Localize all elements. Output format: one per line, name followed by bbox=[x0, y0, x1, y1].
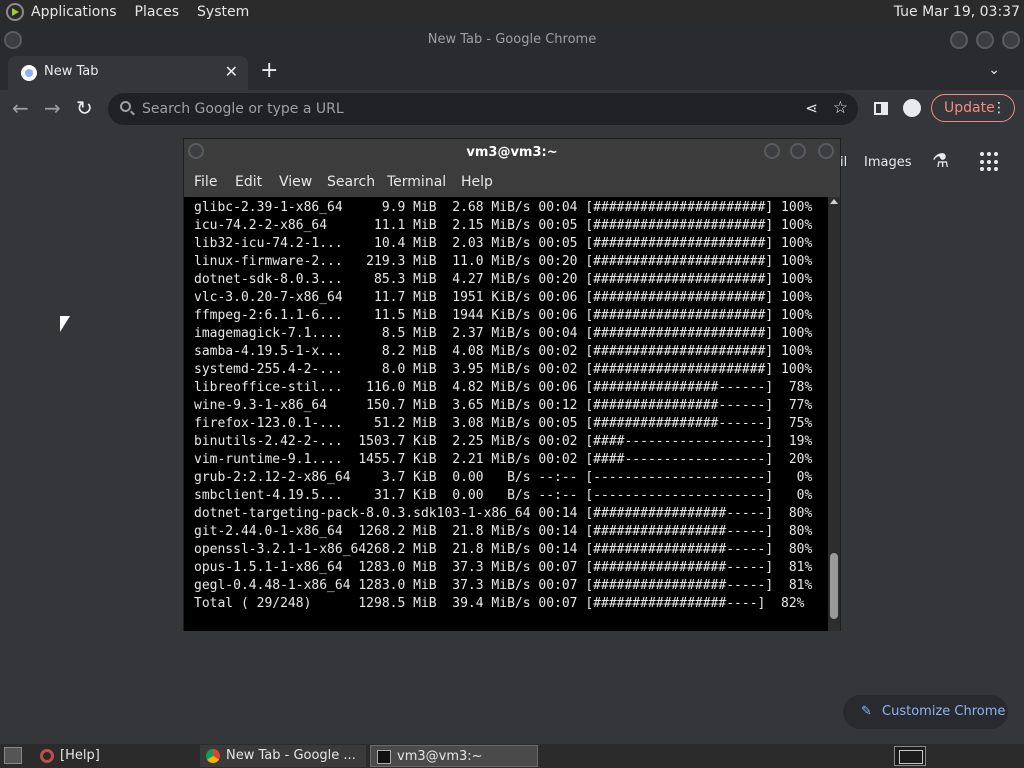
update-button[interactable]: Update ⋮ bbox=[931, 94, 1015, 122]
maximize-icon[interactable] bbox=[976, 31, 994, 49]
terminal-line: vlc-3.0.20-7-x86_64 11.7 MiB 1951 KiB/s … bbox=[194, 290, 813, 305]
terminal-line: lib32-icu-74.2-1... 10.4 MiB 2.03 MiB/s … bbox=[194, 236, 813, 251]
menu-view[interactable]: View bbox=[279, 174, 312, 190]
terminal-icon bbox=[377, 750, 391, 764]
back-icon[interactable]: ← bbox=[12, 96, 29, 120]
terminal-line: systemd-255.4-2-... 8.0 MiB 3.95 MiB/s 0… bbox=[194, 362, 813, 377]
taskbar-item-chrome[interactable]: New Tab - Google ... bbox=[200, 745, 366, 767]
forward-icon[interactable]: → bbox=[44, 96, 61, 120]
terminal-line: icu-74.2-2-x86_64 11.1 MiB 2.15 MiB/s 00… bbox=[194, 218, 813, 233]
panel-clock[interactable]: Tue Mar 19, 03:37 bbox=[894, 4, 1020, 20]
taskbar-item-help[interactable]: [Help] bbox=[34, 745, 194, 767]
menu-terminal[interactable]: Terminal bbox=[387, 174, 446, 190]
chrome-titlebar[interactable]: New Tab - Google Chrome bbox=[0, 24, 1024, 56]
terminal-line: ffmpeg-2:6.1.1-6... 11.5 MiB 1944 KiB/s … bbox=[194, 308, 813, 323]
reload-icon[interactable]: ↻ bbox=[76, 96, 93, 120]
side-panel-icon[interactable] bbox=[874, 102, 888, 115]
terminal-line: grub-2:2.12-2-x86_64 3.7 KiB 0.00 B/s --… bbox=[194, 470, 813, 485]
terminal-line: vim-runtime-9.1.... 1455.7 KiB 2.21 MiB/… bbox=[194, 452, 813, 467]
bookmark-star-icon[interactable]: ☆ bbox=[833, 98, 848, 118]
terminal-line: gegl-0.4.48-1-x86_64 1283.0 MiB 37.3 MiB… bbox=[194, 578, 813, 593]
terminal-titlebar[interactable]: vm3@vm3:~ bbox=[184, 139, 840, 167]
terminal-line: glibc-2.39-1-x86_64 9.9 MiB 2.68 MiB/s 0… bbox=[194, 200, 813, 215]
terminal-line: firefox-123.0.1-... 51.2 MiB 3.08 MiB/s … bbox=[194, 416, 813, 431]
terminal-line: openssl-3.2.1-1-x86_64268.2 MiB 21.8 MiB… bbox=[194, 542, 813, 557]
applications-menu[interactable]: Applications bbox=[31, 4, 117, 20]
terminal-output[interactable]: glibc-2.39-1-x86_64 9.9 MiB 2.68 MiB/s 0… bbox=[184, 197, 828, 631]
customize-chrome-button[interactable]: ✎ Customize Chrome bbox=[843, 695, 1008, 729]
terminal-window[interactable]: vm3@vm3:~ File Edit View Search Terminal… bbox=[183, 138, 841, 631]
menu-search[interactable]: Search bbox=[327, 174, 375, 190]
tab-new-tab[interactable]: New Tab ✕ bbox=[8, 56, 248, 90]
taskbar-label: New Tab - Google ... bbox=[226, 748, 356, 763]
terminal-line: wine-9.3-1-x86_64 150.7 MiB 3.65 MiB/s 0… bbox=[194, 398, 813, 413]
terminal-menubar: File Edit View Search Terminal Help bbox=[184, 167, 840, 197]
chrome-toolbar: ← → ↻ Search Google or type a URL ⋖ ☆ Up… bbox=[0, 90, 1024, 128]
close-window-icon[interactable] bbox=[1002, 31, 1020, 49]
terminal-line: imagemagick-7.1.... 8.5 MiB 2.37 MiB/s 0… bbox=[194, 326, 813, 341]
terminal-line: dotnet-targeting-pack-8.0.3.sdk103-1-x86… bbox=[194, 506, 813, 521]
gmail-link[interactable]: il bbox=[840, 155, 847, 170]
chrome-favicon-icon bbox=[21, 65, 37, 81]
show-desktop-icon[interactable] bbox=[4, 747, 22, 764]
scrollbar-thumb[interactable] bbox=[830, 553, 838, 619]
tab-title: New Tab bbox=[44, 64, 99, 79]
images-link[interactable]: Images bbox=[864, 155, 912, 170]
tab-close-icon[interactable]: ✕ bbox=[225, 62, 238, 81]
bottom-taskbar: [Help] New Tab - Google ... vm3@vm3:~ bbox=[0, 744, 1024, 768]
terminal-line: Total ( 29/248) 1298.5 MiB 39.4 MiB/s 00… bbox=[194, 596, 805, 611]
help-lifebuoy-icon bbox=[40, 749, 54, 763]
tab-strip: New Tab ✕ + ⌄ bbox=[0, 56, 1024, 90]
terminal-close-icon[interactable] bbox=[818, 143, 834, 159]
window-menu-icon[interactable] bbox=[4, 31, 22, 49]
profile-avatar-icon[interactable] bbox=[903, 99, 921, 117]
tab-search-chevron-icon[interactable]: ⌄ bbox=[988, 62, 1000, 78]
omnibox-placeholder: Search Google or type a URL bbox=[142, 101, 344, 117]
omnibox[interactable]: Search Google or type a URL ⋖ ☆ bbox=[108, 93, 858, 125]
taskbar-label: [Help] bbox=[60, 748, 100, 763]
pencil-icon: ✎ bbox=[861, 704, 872, 719]
terminal-window-menu-icon[interactable] bbox=[188, 143, 204, 159]
search-icon bbox=[120, 101, 131, 112]
taskbar-label: vm3@vm3:~ bbox=[397, 749, 483, 764]
terminal-line: binutils-2.42-2-... 1503.7 KiB 2.25 MiB/… bbox=[194, 434, 813, 449]
terminal-line: linux-firmware-2... 219.3 MiB 11.0 MiB/s… bbox=[194, 254, 813, 269]
distro-logo-icon[interactable] bbox=[6, 3, 24, 21]
system-menu[interactable]: System bbox=[197, 4, 249, 20]
terminal-line: git-2.44.0-1-x86_64 1268.2 MiB 21.8 MiB/… bbox=[194, 524, 813, 539]
scroll-up-arrow-icon[interactable] bbox=[830, 199, 838, 204]
chrome-window-title: New Tab - Google Chrome bbox=[427, 32, 597, 47]
labs-flask-icon[interactable]: ⚗ bbox=[932, 150, 949, 172]
update-label: Update bbox=[944, 100, 995, 116]
menu-file[interactable]: File bbox=[194, 174, 217, 190]
more-menu-icon[interactable]: ⋮ bbox=[992, 95, 1006, 121]
share-icon[interactable]: ⋖ bbox=[805, 99, 818, 117]
customize-label: Customize Chrome bbox=[882, 704, 1006, 719]
workspace-switcher[interactable] bbox=[894, 746, 926, 766]
menu-help[interactable]: Help bbox=[461, 174, 493, 190]
terminal-line: libreoffice-stil... 116.0 MiB 4.82 MiB/s… bbox=[194, 380, 813, 395]
top-panel: Applications Places System Tue Mar 19, 0… bbox=[0, 0, 1024, 24]
taskbar-item-terminal[interactable]: vm3@vm3:~ bbox=[370, 745, 538, 767]
terminal-line: smbclient-4.19.5... 31.7 KiB 0.00 B/s --… bbox=[194, 488, 813, 503]
places-menu[interactable]: Places bbox=[135, 4, 180, 20]
chrome-icon bbox=[206, 749, 220, 763]
new-tab-button[interactable]: + bbox=[260, 58, 278, 83]
terminal-maximize-icon[interactable] bbox=[790, 143, 806, 159]
terminal-title: vm3@vm3:~ bbox=[466, 145, 558, 160]
terminal-scrollbar[interactable] bbox=[828, 197, 840, 631]
terminal-line: samba-4.19.5-1-x... 8.2 MiB 4.08 MiB/s 0… bbox=[194, 344, 813, 359]
menu-edit[interactable]: Edit bbox=[235, 174, 262, 190]
terminal-line: dotnet-sdk-8.0.3... 85.3 MiB 4.27 MiB/s … bbox=[194, 272, 813, 287]
minimize-icon[interactable] bbox=[950, 31, 968, 49]
google-apps-grid-icon[interactable] bbox=[980, 152, 1000, 172]
terminal-line: opus-1.5.1-1-x86_64 1283.0 MiB 37.3 MiB/… bbox=[194, 560, 813, 575]
terminal-minimize-icon[interactable] bbox=[764, 143, 780, 159]
mouse-pointer-icon bbox=[60, 316, 70, 332]
